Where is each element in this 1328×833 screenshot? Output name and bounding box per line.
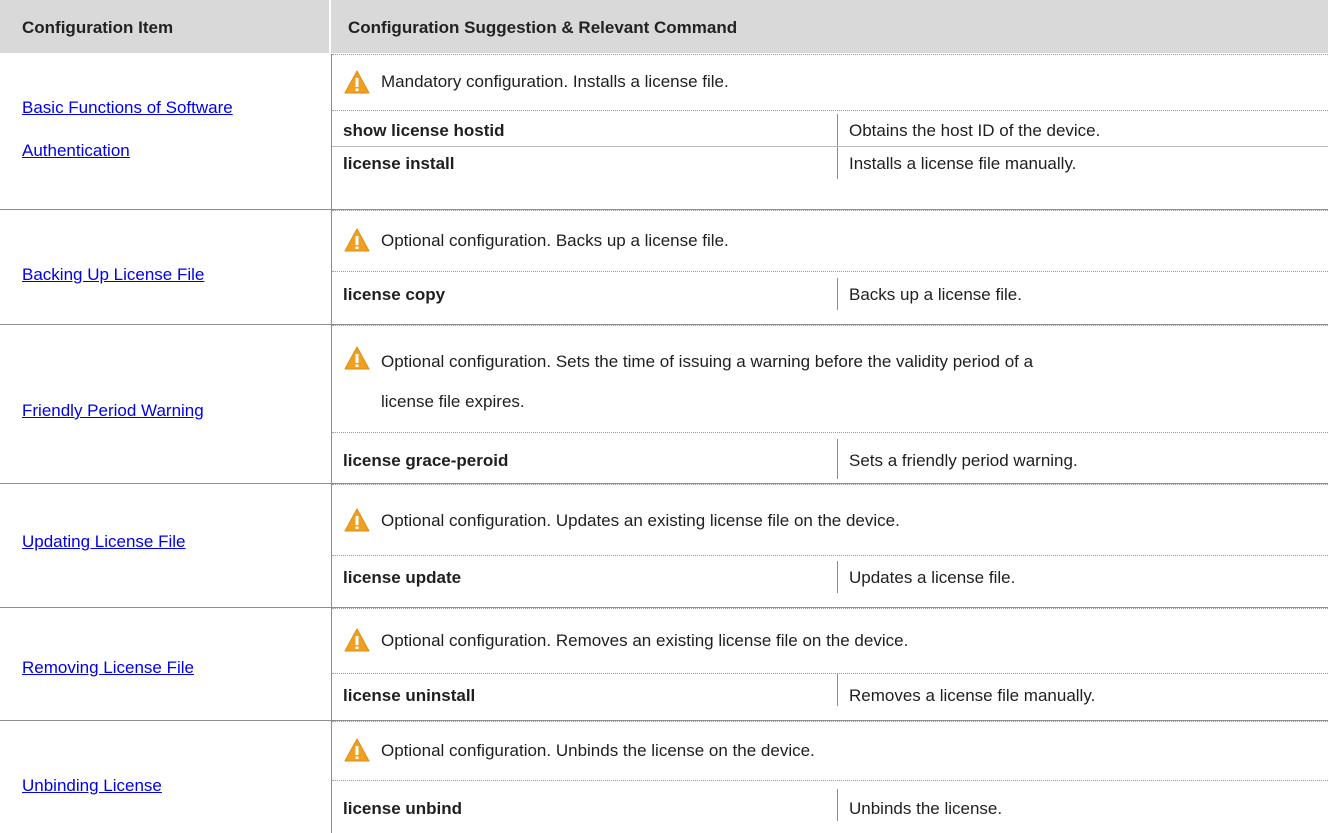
item-link-friendly-period[interactable]: Friendly Period Warning [22,396,204,426]
command-description: Backs up a license file. [849,285,1022,304]
header-configuration-suggestion: Configuration Suggestion & Relevant Comm… [331,0,1328,54]
column-divider [837,674,838,706]
suggestion-row: Mandatory configuration. Installs a lice… [332,54,1328,111]
suggestion-text: Optional configuration. Unbinds the lice… [381,741,815,760]
warning-triangle-icon [344,738,370,762]
warning-triangle-icon [344,508,370,532]
command-description: Unbinds the license. [849,799,1003,818]
command-row: show license hostid Obtains the host ID … [332,114,1328,146]
command-name: license unbind [343,799,463,818]
suggestion-row: Optional configuration. Removes an exist… [332,608,1328,674]
item-link-removing[interactable]: Removing License File [22,653,194,683]
section-removing: Removing License File Optional configura… [0,607,1328,720]
command-description: Sets a friendly period warning. [849,451,1078,470]
suggestion-row: Optional configuration. Unbinds the lice… [332,721,1328,781]
section-friendly-period: Friendly Period Warning Optional configu… [0,324,1328,483]
section-backing-up: Backing Up License File Optional configu… [0,209,1328,324]
item-link-updating[interactable]: Updating License File [22,527,185,557]
warning-triangle-icon [344,70,370,94]
column-divider [837,278,838,310]
command-description: Removes a license file manually. [849,686,1096,705]
command-row: license update Updates a license file. [332,561,1328,593]
suggestion-row: Optional configuration. Backs up a licen… [332,210,1328,272]
warning-triangle-icon [344,228,370,252]
command-description: Installs a license file manually. [849,154,1077,173]
item-cell: Removing License File [0,608,332,720]
suggestion-row: Optional configuration. Updates an exist… [332,484,1328,556]
suggestion-text: Mandatory configuration. Installs a lice… [381,72,729,91]
header-configuration-item: Configuration Item [0,0,331,54]
command-description: Obtains the host ID of the device. [849,121,1101,140]
command-row: license copy Backs up a license file. [332,278,1328,310]
command-row: license install Installs a license file … [332,146,1328,179]
command-description: Updates a license file. [849,568,1016,587]
column-divider [837,439,838,479]
column-divider [837,561,838,593]
command-name: license grace-peroid [343,451,509,470]
column-divider [837,114,838,146]
suggestion-text: Optional configuration. Updates an exist… [381,511,900,530]
command-name: show license hostid [343,121,505,140]
item-link-basic-functions-line1[interactable]: Basic Functions of Software [22,93,233,123]
column-divider [837,789,838,821]
suggestion-row: Optional configuration. Sets the time of… [332,325,1328,433]
column-divider [837,147,838,179]
command-row: license grace-peroid Sets a friendly per… [332,439,1328,479]
item-link-backing-up[interactable]: Backing Up License File [22,260,204,290]
section-basic-functions: Basic Functions of Software Authenticati… [0,54,1328,209]
item-cell: Updating License File [0,484,332,607]
command-name: license install [343,154,455,173]
header-suggestion-label: Configuration Suggestion & Relevant Comm… [348,18,738,37]
item-cell: Backing Up License File [0,210,332,324]
command-row: license unbind Unbinds the license. [332,789,1328,821]
warning-triangle-icon [344,628,370,652]
section-updating: Updating License File Optional configura… [0,483,1328,607]
suggestion-text: Optional configuration. Removes an exist… [381,631,909,650]
suggestion-text: Optional configuration. Sets the time of… [381,342,1322,422]
command-name: license update [343,568,462,587]
item-link-basic-functions-line2[interactable]: Authentication [22,136,130,166]
suggestion-text: Optional configuration. Backs up a licen… [381,231,729,250]
suggestion-text-line2: license file expires. [381,392,525,411]
suggestion-text-line1: Optional configuration. Sets the time of… [381,352,1034,371]
section-unbinding: Unbinding License Optional configuration… [0,720,1328,833]
command-name: license uninstall [343,686,476,705]
item-cell: Friendly Period Warning [0,325,332,483]
item-cell: Unbinding License [0,721,332,833]
command-row: license uninstall Removes a license file… [332,674,1328,706]
command-name: license copy [343,285,446,304]
item-link-unbinding[interactable]: Unbinding License [22,771,162,801]
warning-triangle-icon [344,346,370,370]
item-cell: Basic Functions of Software Authenticati… [0,54,332,209]
header-item-label: Configuration Item [22,18,174,37]
